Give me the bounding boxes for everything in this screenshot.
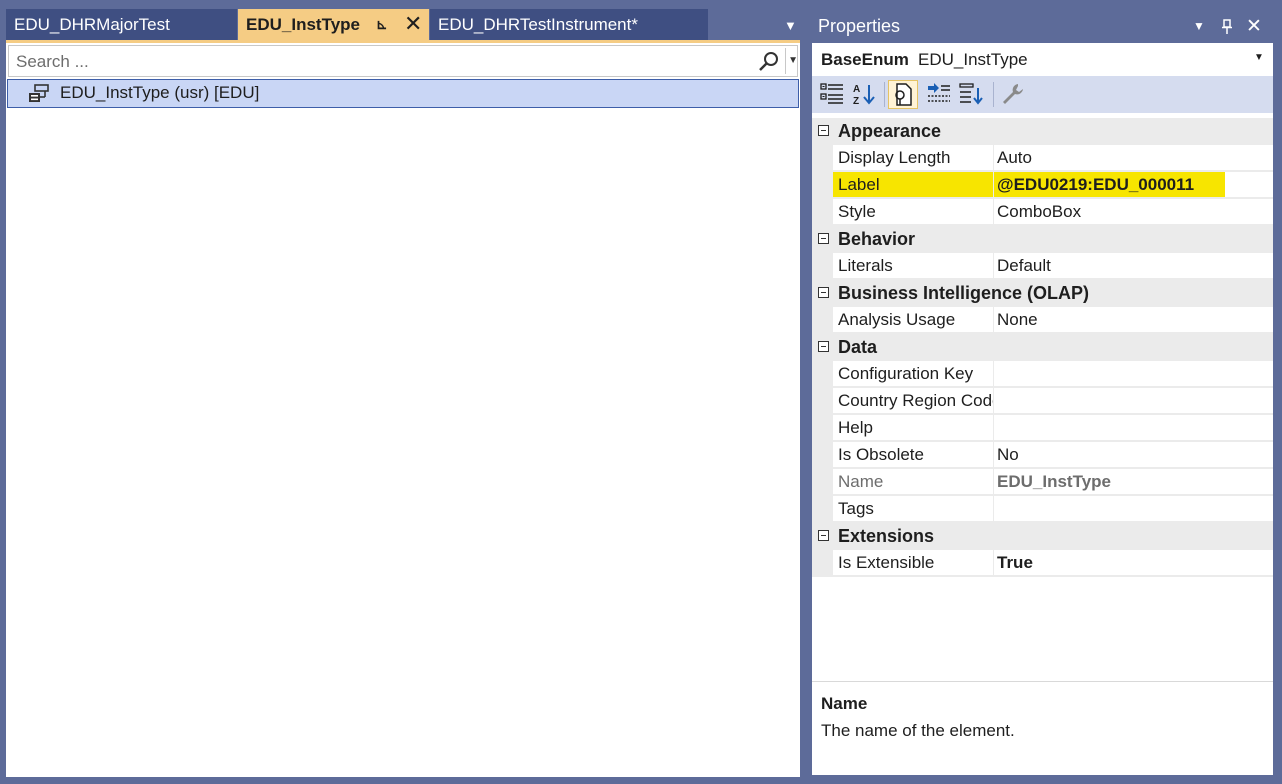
category-label: Appearance: [838, 121, 942, 141]
property-row[interactable]: Is Extensible True: [812, 550, 1273, 577]
property-row[interactable]: Tags: [812, 496, 1273, 523]
window-position-chevron-down-icon[interactable]: ▼: [1193, 11, 1205, 42]
property-name: Analysis Usage: [833, 307, 993, 333]
category-behavior[interactable]: Behavior: [812, 226, 1273, 253]
property-value[interactable]: No: [994, 442, 1273, 468]
pin-icon[interactable]: [1221, 11, 1233, 46]
category-label: Data: [838, 337, 878, 357]
description-panel: Name The name of the element.: [812, 681, 1273, 775]
designer-pane: ▼ EDU_InstType (usr) [EDU]: [6, 43, 800, 777]
property-value[interactable]: [994, 415, 1273, 441]
category-label: Extensions: [838, 526, 935, 546]
object-type: BaseEnum: [821, 50, 909, 69]
category-appearance[interactable]: Appearance: [812, 118, 1273, 145]
property-name: Tags: [833, 496, 993, 522]
category-extensions[interactable]: Extensions: [812, 523, 1273, 550]
collapse-icon[interactable]: [818, 125, 829, 136]
property-value[interactable]: @EDU0219:EDU_000011: [994, 172, 1273, 198]
property-row[interactable]: Configuration Key: [812, 361, 1273, 388]
property-row-readonly[interactable]: Name EDU_InstType: [812, 469, 1273, 496]
property-row[interactable]: Style ComboBox: [812, 199, 1273, 226]
categorized-icon[interactable]: [818, 80, 848, 109]
enum-icon: [28, 84, 50, 109]
properties-title: Properties: [818, 16, 901, 36]
close-icon[interactable]: ✕: [1246, 11, 1262, 42]
tree-item-root[interactable]: EDU_InstType (usr) [EDU]: [7, 79, 799, 108]
property-name: Is Extensible: [833, 550, 993, 576]
category-business-intelligence[interactable]: Business Intelligence (OLAP): [812, 280, 1273, 307]
wrench-icon[interactable]: [998, 80, 1028, 109]
description-title: Name: [821, 694, 868, 713]
search-input[interactable]: [14, 51, 753, 73]
property-value[interactable]: [994, 496, 1273, 522]
search-icon[interactable]: [757, 50, 781, 74]
property-name: Display Length: [833, 145, 993, 171]
collapse-icon[interactable]: [818, 530, 829, 541]
events-list-icon[interactable]: [924, 80, 954, 109]
toolbar-separator: [993, 82, 994, 107]
description-text: The name of the element.: [821, 721, 1015, 740]
property-value[interactable]: [994, 361, 1273, 387]
property-value[interactable]: None: [994, 307, 1273, 333]
property-row[interactable]: Is Obsolete No: [812, 442, 1273, 469]
property-name: Is Obsolete: [833, 442, 993, 468]
property-row[interactable]: Display Length Auto: [812, 145, 1273, 172]
chevron-down-icon[interactable]: ▼: [1254, 52, 1264, 63]
svg-text:Z: Z: [853, 96, 859, 107]
properties-title-bar: Properties ▼ ✕: [812, 11, 1277, 42]
svg-text:A: A: [853, 84, 860, 95]
object-selector[interactable]: BaseEnum EDU_InstType ▼: [812, 43, 1273, 76]
property-value[interactable]: ComboBox: [994, 199, 1273, 225]
property-row[interactable]: Help: [812, 415, 1273, 442]
document-tab-strip: EDU_DHRMajorTest EDU_InstType ⊾ ✕ EDU_DH…: [6, 9, 800, 42]
category-data[interactable]: Data: [812, 334, 1273, 361]
sort-order-icon[interactable]: [957, 80, 987, 109]
properties-page-icon[interactable]: [888, 80, 918, 109]
tab-label: EDU_DHRMajorTest: [14, 15, 170, 34]
tab-edu-insttype[interactable]: EDU_InstType ⊾ ✕: [238, 9, 429, 40]
property-value[interactable]: True: [994, 550, 1273, 576]
property-value: EDU_InstType: [994, 469, 1273, 495]
property-name: Help: [833, 415, 993, 441]
collapse-icon[interactable]: [818, 341, 829, 352]
properties-toolbar: A Z: [812, 76, 1273, 113]
category-label: Behavior: [838, 229, 916, 249]
property-name: Literals: [833, 253, 993, 279]
property-row-highlighted[interactable]: Label @EDU0219:EDU_000011: [812, 172, 1273, 199]
close-icon[interactable]: ✕: [404, 8, 422, 39]
property-value[interactable]: Default: [994, 253, 1273, 279]
properties-pane: BaseEnum EDU_InstType ▼ A Z Appearance D…: [812, 43, 1273, 775]
property-name: Label: [833, 172, 993, 198]
property-name: Style: [833, 199, 993, 225]
pin-icon[interactable]: ⊾: [376, 9, 388, 40]
collapse-icon[interactable]: [818, 287, 829, 298]
tab-label: EDU_DHRTestInstrument*: [438, 15, 638, 34]
tree-item-label: EDU_InstType (usr) [EDU]: [60, 83, 260, 102]
collapse-icon[interactable]: [818, 233, 829, 244]
property-value[interactable]: [994, 388, 1273, 414]
property-row[interactable]: Analysis Usage None: [812, 307, 1273, 334]
object-name: EDU_InstType: [918, 50, 1028, 69]
tab-overflow-chevron-down-icon[interactable]: ▼: [784, 18, 797, 33]
property-row[interactable]: Literals Default: [812, 253, 1273, 280]
toolbar-separator: [884, 82, 885, 107]
search-options-chevron-down-icon[interactable]: ▼: [785, 48, 798, 74]
property-name: Configuration Key: [833, 361, 993, 387]
alphabetical-sort-icon[interactable]: A Z: [850, 80, 880, 109]
property-value[interactable]: Auto: [994, 145, 1273, 171]
tab-label: EDU_InstType: [246, 15, 360, 34]
property-row[interactable]: Country Region Codes: [812, 388, 1273, 415]
tab-edu-dhrtestinstrument[interactable]: EDU_DHRTestInstrument*: [430, 9, 708, 40]
tab-edu-dhrmajortest[interactable]: EDU_DHRMajorTest: [6, 9, 237, 40]
property-name: Name: [833, 469, 993, 495]
search-box: ▼: [8, 45, 798, 77]
category-label: Business Intelligence (OLAP): [838, 283, 1090, 303]
property-name: Country Region Codes: [833, 388, 993, 414]
